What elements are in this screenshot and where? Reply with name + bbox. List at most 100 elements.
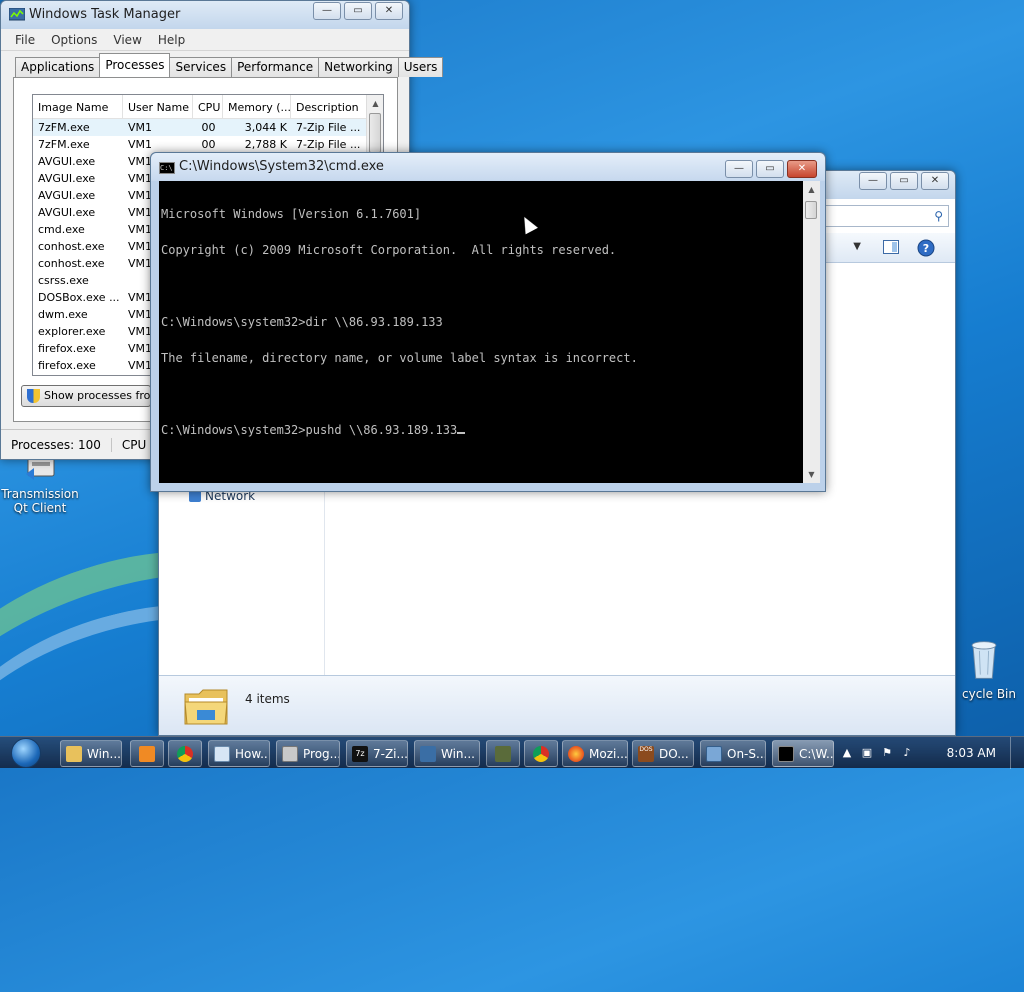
maximize-button[interactable]: ▭ bbox=[756, 160, 784, 178]
maximize-button[interactable]: ▭ bbox=[344, 2, 372, 20]
scroll-up-arrow-icon[interactable]: ▲ bbox=[803, 181, 820, 198]
window-title: Windows Task Manager bbox=[29, 7, 181, 22]
close-button[interactable]: ✕ bbox=[375, 2, 403, 20]
taskbar-button-7zip[interactable]: 7z 7-Zi... bbox=[346, 740, 408, 767]
table-cell: conhost.exe bbox=[38, 257, 105, 270]
taskbar-button-programs[interactable]: Prog... bbox=[276, 740, 340, 767]
preview-pane-icon[interactable] bbox=[883, 240, 899, 254]
column-image-name[interactable]: Image Name bbox=[33, 95, 123, 118]
app-icon bbox=[495, 746, 511, 762]
menu-view[interactable]: View bbox=[113, 33, 141, 47]
programs-icon bbox=[282, 746, 298, 762]
table-cell: conhost.exe bbox=[38, 240, 105, 253]
minimize-button[interactable]: — bbox=[859, 172, 887, 190]
console-output[interactable]: Microsoft Windows [Version 6.1.7601] Cop… bbox=[159, 181, 803, 483]
table-cell: 7zFM.exe bbox=[38, 138, 90, 151]
table-cell: explorer.exe bbox=[38, 325, 106, 338]
column-cpu[interactable]: CPU bbox=[193, 95, 223, 118]
column-description[interactable]: Description bbox=[291, 95, 369, 118]
volume-icon[interactable]: ♪ bbox=[900, 746, 914, 760]
tab-applications[interactable]: Applications bbox=[15, 57, 101, 77]
show-desktop-button[interactable] bbox=[1010, 737, 1024, 769]
minimize-button[interactable]: — bbox=[313, 2, 341, 20]
taskbar-button-label: 7-Zi... bbox=[373, 747, 408, 761]
taskbar-button-chrome[interactable] bbox=[168, 740, 202, 767]
console-input[interactable]: C:\Windows\system32>pushd \\86.93.189.13… bbox=[161, 423, 457, 437]
taskbar-button-pinned-app[interactable] bbox=[486, 740, 520, 767]
action-center-flag-icon[interactable]: ⚑ bbox=[880, 746, 894, 760]
recycle-bin-icon bbox=[971, 641, 997, 679]
table-cell: cmd.exe bbox=[38, 223, 85, 236]
console-line: Copyright (c) 2009 Microsoft Corporation… bbox=[161, 243, 617, 257]
window-title: C:\Windows\System32\cmd.exe bbox=[179, 159, 384, 174]
table-cell: dwm.exe bbox=[38, 308, 88, 321]
show-processes-all-users-button[interactable]: Show processes fro bbox=[21, 385, 151, 407]
scrollbar-thumb[interactable] bbox=[369, 113, 381, 153]
dosbox-icon: DOS bbox=[638, 746, 654, 762]
start-button[interactable] bbox=[6, 737, 46, 769]
scroll-down-arrow-icon[interactable]: ▼ bbox=[803, 466, 820, 483]
scrollbar-thumb[interactable] bbox=[805, 201, 817, 219]
close-button[interactable]: ✕ bbox=[787, 160, 817, 178]
folder-icon bbox=[184, 689, 228, 725]
cmd-window[interactable]: C:\ C:\Windows\System32\cmd.exe — ▭ ✕ Mi… bbox=[150, 152, 826, 492]
help-icon[interactable]: ? bbox=[917, 239, 935, 257]
items-count: 4 items bbox=[245, 692, 290, 706]
taskbar-button-task-manager[interactable]: Win... bbox=[414, 740, 480, 767]
console-prompt-line[interactable]: C:\Windows\system32>pushd \\86.93.189.13… bbox=[161, 424, 801, 436]
tab-networking[interactable]: Networking bbox=[318, 57, 399, 77]
taskbar-button-explorer[interactable]: Win... bbox=[60, 740, 122, 767]
scroll-up-arrow-icon[interactable]: ▲ bbox=[367, 95, 383, 112]
process-list-header: Image Name User Name CPU Memory (... Des… bbox=[33, 95, 383, 119]
text-cursor bbox=[457, 432, 466, 434]
table-cell: DOSBox.exe ... bbox=[38, 291, 120, 304]
cmd-titlebar[interactable]: C:\ C:\Windows\System32\cmd.exe — ▭ ✕ bbox=[151, 153, 825, 181]
column-memory[interactable]: Memory (... bbox=[223, 95, 291, 118]
taskbar-button-label: How... bbox=[235, 747, 270, 761]
search-input[interactable]: ⚲ bbox=[809, 205, 949, 227]
tab-services[interactable]: Services bbox=[169, 57, 233, 77]
taskbar-button-how[interactable]: How... bbox=[208, 740, 270, 767]
tab-processes[interactable]: Processes bbox=[99, 53, 171, 77]
table-row[interactable]: 7zFM.exe VM1 00 3,044 K 7-Zip File ... bbox=[33, 119, 383, 136]
menu-help[interactable]: Help bbox=[158, 33, 185, 47]
uac-shield-icon bbox=[27, 389, 40, 403]
desktop-icon-recycle-bin[interactable]: cycle Bin bbox=[944, 638, 1024, 701]
task-manager-icon bbox=[420, 746, 436, 762]
taskbar-button-firefox[interactable]: Mozi... bbox=[562, 740, 628, 767]
taskbar-button-on-screen-keyboard[interactable]: On-S... bbox=[700, 740, 766, 767]
menu-file[interactable]: File bbox=[15, 33, 35, 47]
table-cell: AVGUI.exe bbox=[38, 206, 96, 219]
cmd-icon: C:\ bbox=[159, 162, 175, 174]
maximize-button[interactable]: ▭ bbox=[890, 172, 918, 190]
show-hidden-icons-icon[interactable]: ▲ bbox=[840, 746, 854, 760]
taskbar-button-dosbox[interactable]: DOS DO... bbox=[632, 740, 694, 767]
taskbar-button-media-player[interactable] bbox=[130, 740, 164, 767]
table-cell: 7-Zip File ... bbox=[296, 138, 361, 151]
menu-options[interactable]: Options bbox=[51, 33, 97, 47]
task-manager-icon bbox=[9, 8, 25, 21]
desktop-icon-transmission[interactable]: Transmission Qt Client bbox=[0, 452, 80, 515]
console-scrollbar[interactable]: ▲ ▼ bbox=[803, 181, 820, 483]
taskbar-button-label: Win... bbox=[441, 747, 475, 761]
clock[interactable]: 8:03 AM bbox=[947, 746, 996, 760]
minimize-button[interactable]: — bbox=[725, 160, 753, 178]
taskbar-button-chrome-2[interactable] bbox=[524, 740, 558, 767]
taskbar-button-label: C:\W... bbox=[799, 747, 834, 761]
search-icon: ⚲ bbox=[934, 209, 943, 223]
taskbar-button-cmd[interactable]: C:\W... bbox=[772, 740, 834, 767]
table-cell: 3,044 K bbox=[244, 121, 287, 134]
network-icon[interactable]: ▣ bbox=[860, 746, 874, 760]
folder-icon bbox=[66, 746, 82, 762]
tab-users[interactable]: Users bbox=[397, 57, 444, 77]
taskbar-button-label: On-S... bbox=[727, 747, 766, 761]
column-user-name[interactable]: User Name bbox=[123, 95, 193, 118]
tab-strip: Applications Processes Services Performa… bbox=[15, 53, 444, 77]
views-dropdown-icon[interactable]: ▼ bbox=[853, 241, 861, 252]
console-line: The filename, directory name, or volume … bbox=[161, 351, 638, 365]
close-button[interactable]: ✕ bbox=[921, 172, 949, 190]
tab-performance[interactable]: Performance bbox=[231, 57, 320, 77]
task-manager-titlebar[interactable]: Windows Task Manager — ▭ ✕ bbox=[1, 1, 409, 29]
table-row[interactable]: 7zFM.exe VM1 00 2,788 K 7-Zip File ... bbox=[33, 136, 383, 153]
